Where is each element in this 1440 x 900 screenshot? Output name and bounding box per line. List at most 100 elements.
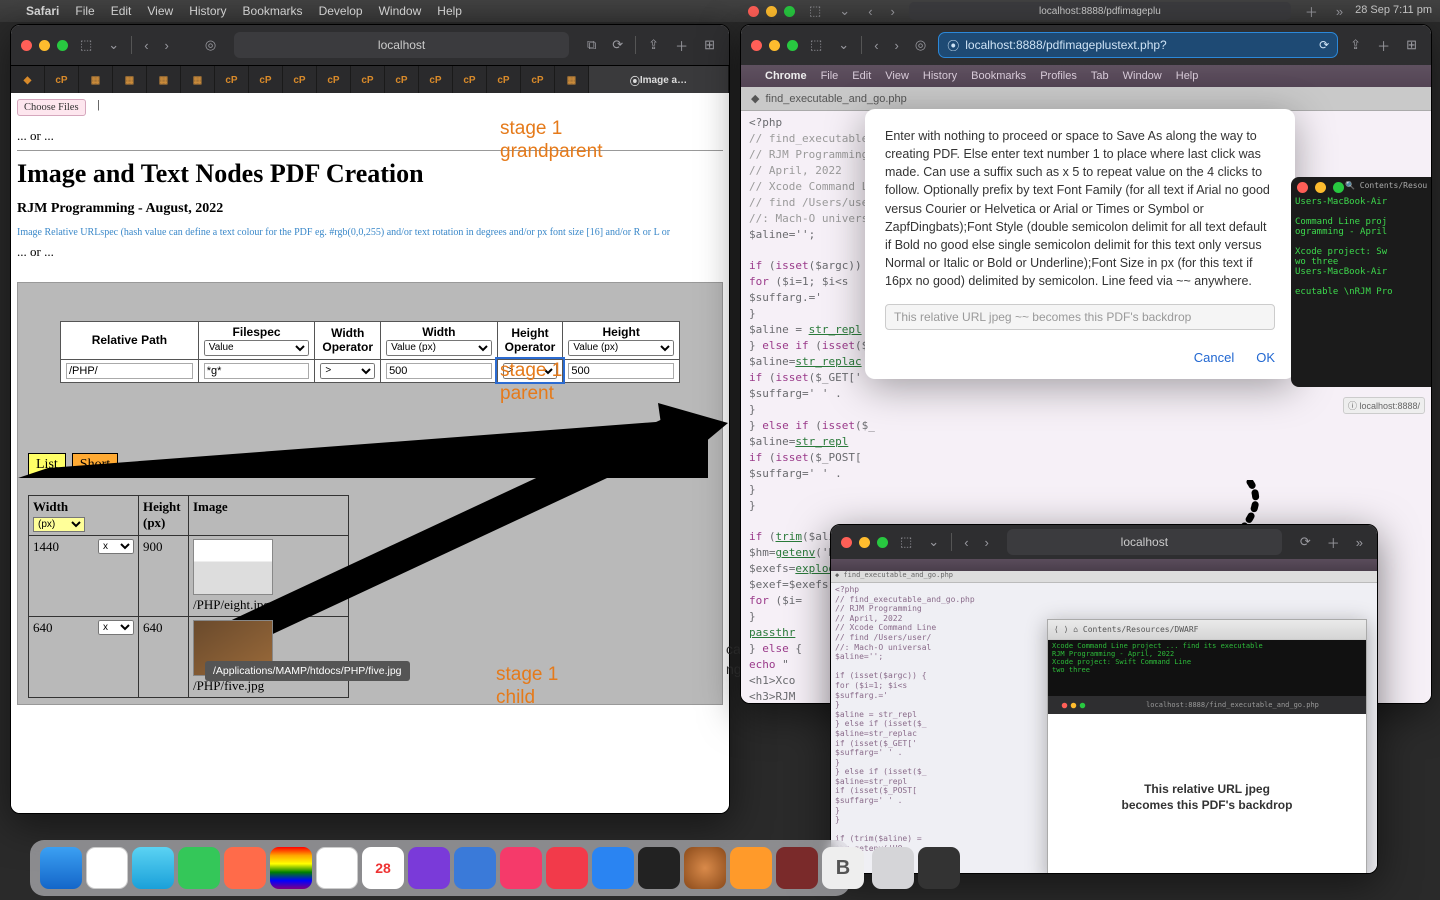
width-unit-select[interactable]: Value (px) xyxy=(386,340,492,356)
window-controls-icon[interactable] xyxy=(748,6,795,17)
maximize-icon[interactable] xyxy=(57,40,68,51)
tab-item[interactable]: ▦ xyxy=(147,66,181,93)
list-button[interactable]: List xyxy=(28,453,66,477)
dock-safari-icon[interactable] xyxy=(132,847,174,889)
dock-app-icon[interactable] xyxy=(684,847,726,889)
tab-item-active[interactable]: ⦿ Image a… xyxy=(589,66,729,93)
close-icon[interactable] xyxy=(751,40,762,51)
tab-item[interactable]: ◆ xyxy=(11,66,45,93)
dialog-ok-button[interactable]: OK xyxy=(1256,350,1275,365)
height-unit-select[interactable]: Value (px) xyxy=(568,340,674,356)
new-tab-icon[interactable]: ＋ xyxy=(1373,36,1394,55)
back-button[interactable]: ‹ xyxy=(870,38,882,53)
share-icon[interactable]: ⇪ xyxy=(1346,37,1365,53)
minimize-icon[interactable] xyxy=(769,40,780,51)
chrome-app[interactable]: Chrome xyxy=(765,70,807,82)
dock-mail-icon[interactable] xyxy=(454,847,496,889)
address-bar-right[interactable]: ⦿ localhost:8888/pdfimageplustext.php? ⟳ xyxy=(938,32,1338,58)
tab-item[interactable]: ▦ xyxy=(113,66,147,93)
close-icon[interactable] xyxy=(841,537,852,548)
dock-calendar-icon[interactable]: 28 xyxy=(362,847,404,889)
address-bar-stage3[interactable]: localhost xyxy=(1007,529,1282,555)
sidebar-toggle-icon[interactable]: ⬚ xyxy=(806,37,826,53)
maximize-icon[interactable] xyxy=(787,40,798,51)
menu-history[interactable]: History xyxy=(923,70,957,82)
dock-photos-icon[interactable] xyxy=(270,847,312,889)
chrome-tab[interactable]: ◆ find_executable_and_go.php xyxy=(741,87,1431,111)
dock-folder-icon[interactable] xyxy=(872,847,914,889)
menu-edit[interactable]: Edit xyxy=(111,4,132,18)
forward-button[interactable]: › xyxy=(981,535,993,550)
dock-music-icon[interactable] xyxy=(500,847,542,889)
forward-button[interactable]: › xyxy=(891,38,903,53)
tab-item[interactable]: cP xyxy=(419,66,453,93)
menu-help[interactable]: Help xyxy=(437,4,462,18)
filespec-input[interactable] xyxy=(204,363,310,379)
width-op-select[interactable]: > xyxy=(320,363,375,379)
width-px-select[interactable]: (px) xyxy=(33,517,85,532)
menu-window[interactable]: Window xyxy=(379,4,422,18)
dock-firefox-icon[interactable] xyxy=(730,847,772,889)
overflow-icon[interactable]: » xyxy=(1332,4,1347,19)
add-tab-icon[interactable]: ＋ xyxy=(1301,2,1322,21)
reload-icon[interactable]: ⟳ xyxy=(1319,38,1329,52)
tab-item[interactable]: ▦ xyxy=(181,66,215,93)
dock-filezilla-icon[interactable] xyxy=(776,847,818,889)
tabs-icon[interactable]: ⊞ xyxy=(700,37,719,53)
dock-tv-icon[interactable] xyxy=(638,847,680,889)
menu-bookmarks[interactable]: Bookmarks xyxy=(243,4,303,18)
chevron-down-icon[interactable]: ⌄ xyxy=(104,37,123,53)
back-button[interactable]: ‹ xyxy=(960,535,972,550)
short-button[interactable]: Short xyxy=(72,453,118,477)
relative-path-input[interactable] xyxy=(66,363,193,379)
tab-item[interactable]: cP xyxy=(385,66,419,93)
tab-item[interactable]: cP xyxy=(521,66,555,93)
chevron-down-icon[interactable]: ⌄ xyxy=(834,37,853,53)
dock-appstore-icon[interactable] xyxy=(592,847,634,889)
chevron-down-icon[interactable]: ⌄ xyxy=(835,3,854,19)
dock-finder-icon[interactable] xyxy=(40,847,82,889)
menu-profiles[interactable]: Profiles xyxy=(1040,70,1077,82)
dock-terminal-icon[interactable] xyxy=(918,847,960,889)
sidebar-toggle-icon[interactable]: ⬚ xyxy=(896,534,916,550)
back-icon[interactable]: ‹ xyxy=(864,4,876,19)
tab-item[interactable]: cP xyxy=(283,66,317,93)
new-tab-icon[interactable]: ＋ xyxy=(671,36,692,55)
reload-icon[interactable]: ⟳ xyxy=(608,37,627,53)
tab-item[interactable]: cP xyxy=(317,66,351,93)
maximize-icon[interactable] xyxy=(877,537,888,548)
dock-app-icon[interactable] xyxy=(86,847,128,889)
hint-placeholder[interactable]: Image Relative URLspec (hash value can d… xyxy=(17,227,723,238)
minimize-icon[interactable] xyxy=(39,40,50,51)
reader-icon[interactable]: ⧉ xyxy=(583,37,600,53)
tab-item[interactable]: ▦ xyxy=(555,66,589,93)
menu-edit[interactable]: Edit xyxy=(852,70,871,82)
window-controls[interactable] xyxy=(751,40,798,51)
menu-develop[interactable]: Develop xyxy=(319,4,363,18)
menu-help[interactable]: Help xyxy=(1176,70,1199,82)
window-controls[interactable] xyxy=(21,40,68,51)
op-select[interactable]: x xyxy=(98,620,134,635)
dock-app-icon[interactable] xyxy=(316,847,358,889)
forward-icon[interactable]: › xyxy=(887,4,899,19)
tab-item[interactable]: cP xyxy=(351,66,385,93)
tab-item[interactable]: ▦ xyxy=(79,66,113,93)
dock-news-icon[interactable] xyxy=(546,847,588,889)
tab-item[interactable]: cP xyxy=(215,66,249,93)
overflow-icon[interactable]: » xyxy=(1352,535,1367,550)
menu-bookmarks[interactable]: Bookmarks xyxy=(971,70,1026,82)
menu-view[interactable]: View xyxy=(147,4,173,18)
dialog-input[interactable] xyxy=(885,304,1275,330)
forward-button[interactable]: › xyxy=(161,38,173,53)
back-button[interactable]: ‹ xyxy=(140,38,152,53)
address-bar[interactable]: localhost xyxy=(234,32,569,58)
tab-item[interactable]: cP xyxy=(487,66,521,93)
new-tab-icon[interactable]: ＋ xyxy=(1323,533,1344,552)
share-icon[interactable]: ⇪ xyxy=(644,37,663,53)
reload-icon[interactable]: ⟳ xyxy=(1296,534,1315,550)
dock-messages-icon[interactable] xyxy=(178,847,220,889)
op-select[interactable]: x xyxy=(98,539,134,554)
sidebar-icon[interactable]: ⬚ xyxy=(805,3,825,19)
dialog-cancel-button[interactable]: Cancel xyxy=(1194,350,1234,365)
width-input[interactable] xyxy=(386,363,492,379)
